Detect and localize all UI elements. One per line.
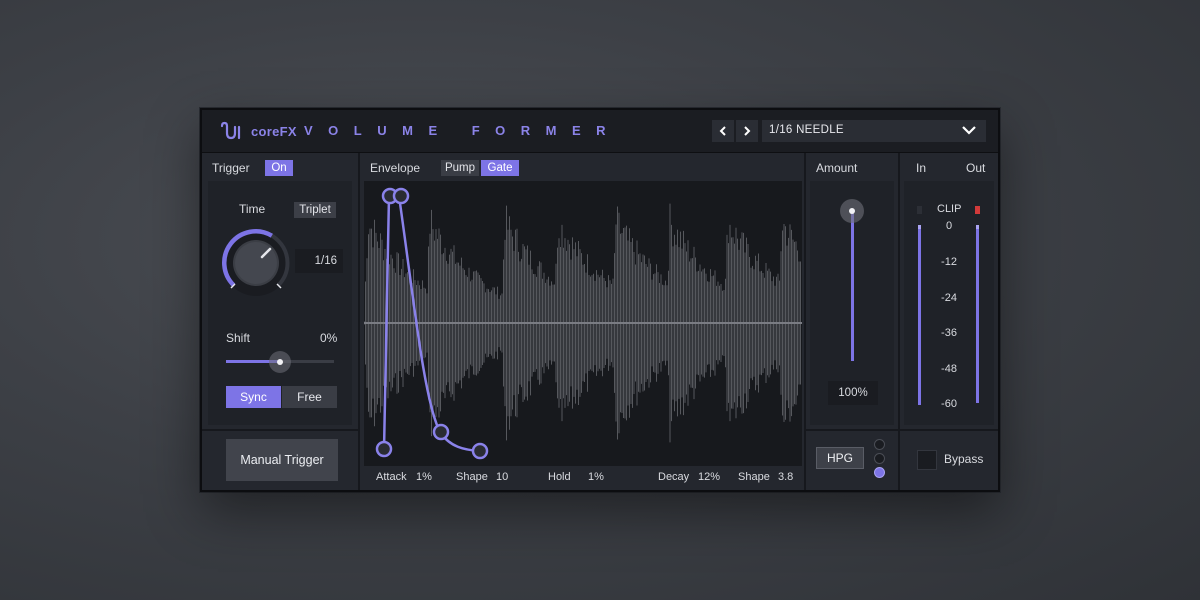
pump-toggle[interactable]: Pump <box>441 160 479 176</box>
meter-scale-0: 0 <box>945 220 953 232</box>
in-label: In <box>916 161 927 175</box>
envelope-panel: Envelope Pump Gate Attack 1% Shape 10 Ho… <box>360 153 804 490</box>
envelope-display[interactable] <box>364 181 802 466</box>
corefx-logo-icon <box>220 121 241 140</box>
amount-inner-panel: 100% <box>810 181 894 425</box>
gate-toggle[interactable]: Gate <box>481 160 519 176</box>
trigger-label: Trigger <box>212 161 250 175</box>
shift-value: 0% <box>320 331 338 345</box>
shift-slider-thumb[interactable] <box>269 351 291 373</box>
decay-param-value[interactable]: 12% <box>698 471 720 483</box>
previous-preset-button[interactable] <box>712 120 734 142</box>
shift-label: Shift <box>226 331 251 345</box>
envelope-decay-handle[interactable] <box>432 423 450 441</box>
meter-scale-24: -24 <box>941 292 957 304</box>
envelope-start-handle[interactable] <box>375 440 393 458</box>
next-preset-button[interactable] <box>736 120 758 142</box>
input-clip-indicator <box>917 206 922 214</box>
free-button[interactable]: Free <box>282 386 337 408</box>
chevron-down-icon <box>962 126 976 135</box>
amount-slider-fill <box>851 211 854 361</box>
trigger-inner-panel: Time Triplet 1/16 Shift 0% Sync Free <box>208 181 352 425</box>
meter-scale-12: -12 <box>941 256 957 268</box>
preset-name: 1/16 NEEDLE <box>769 124 844 136</box>
bypass-checkbox[interactable] <box>917 450 937 470</box>
header-bar: coreFX VOLUME FORMER 1/16 NEEDLE <box>202 110 998 153</box>
preset-selector[interactable]: 1/16 NEEDLE <box>762 120 986 142</box>
clip-label: CLIP <box>937 203 962 215</box>
hpg-mode-dot-3[interactable] <box>874 467 885 478</box>
output-clip-indicator <box>975 206 980 214</box>
shift-slider[interactable] <box>226 351 334 373</box>
meter-scale-60: -60 <box>941 398 957 410</box>
hold-param-value[interactable]: 1% <box>588 471 604 483</box>
envelope-hold-handle[interactable] <box>392 187 410 205</box>
attack-shape-label: Shape <box>456 471 488 483</box>
amount-slider[interactable] <box>840 199 864 369</box>
input-level-meter <box>918 225 921 405</box>
brand-name: coreFX <box>251 124 297 139</box>
attack-param-label: Attack <box>376 471 407 483</box>
decay-param-label: Decay <box>658 471 690 483</box>
bypass-label: Bypass <box>944 452 984 466</box>
volume-former-plugin: coreFX VOLUME FORMER 1/16 NEEDLE Trigger… <box>200 108 1000 492</box>
attack-param-value[interactable]: 1% <box>416 471 432 483</box>
time-value-field[interactable]: 1/16 <box>295 249 343 273</box>
amount-slider-thumb[interactable] <box>840 199 864 223</box>
meter-scale-36: -36 <box>941 327 957 339</box>
chevron-left-icon <box>719 126 726 136</box>
envelope-end-handle[interactable] <box>471 442 489 460</box>
hpg-panel: HPG <box>806 431 898 490</box>
out-label: Out <box>966 161 986 175</box>
time-knob[interactable] <box>216 223 296 303</box>
meter-inner-panel: CLIP 0 -12 -24 -36 -48 -60 <box>904 181 994 425</box>
output-level-meter <box>976 225 979 403</box>
hpg-button[interactable]: HPG <box>816 447 864 469</box>
meter-panel: In Out CLIP 0 -12 -24 -36 -48 -60 <box>900 153 998 429</box>
hpg-mode-dot-1[interactable] <box>874 439 885 450</box>
decay-shape-value[interactable]: 3.8 <box>778 471 793 483</box>
amount-value-field[interactable]: 100% <box>828 381 878 405</box>
envelope-curve[interactable] <box>364 181 802 466</box>
decay-shape-label: Shape <box>738 471 770 483</box>
sync-button[interactable]: Sync <box>226 386 281 408</box>
manual-trigger-button[interactable]: Manual Trigger <box>226 439 338 481</box>
amount-label: Amount <box>816 161 858 175</box>
chevron-right-icon <box>744 126 751 136</box>
hold-param-label: Hold <box>548 471 571 483</box>
envelope-label: Envelope <box>370 161 421 175</box>
product-title: VOLUME FORMER <box>304 123 622 138</box>
trigger-panel: Trigger On Time Triplet 1/16 Shift 0% Sy… <box>202 153 358 429</box>
amount-panel: Amount 100% <box>806 153 898 429</box>
trigger-on-toggle[interactable]: On <box>265 160 293 176</box>
time-label: Time <box>239 202 266 216</box>
hpg-mode-dot-2[interactable] <box>874 453 885 464</box>
attack-shape-value[interactable]: 10 <box>496 471 508 483</box>
triplet-toggle[interactable]: Triplet <box>294 202 336 218</box>
bypass-panel: Bypass <box>900 431 998 490</box>
manual-trigger-panel: Manual Trigger <box>202 431 358 490</box>
meter-scale-48: -48 <box>941 363 957 375</box>
